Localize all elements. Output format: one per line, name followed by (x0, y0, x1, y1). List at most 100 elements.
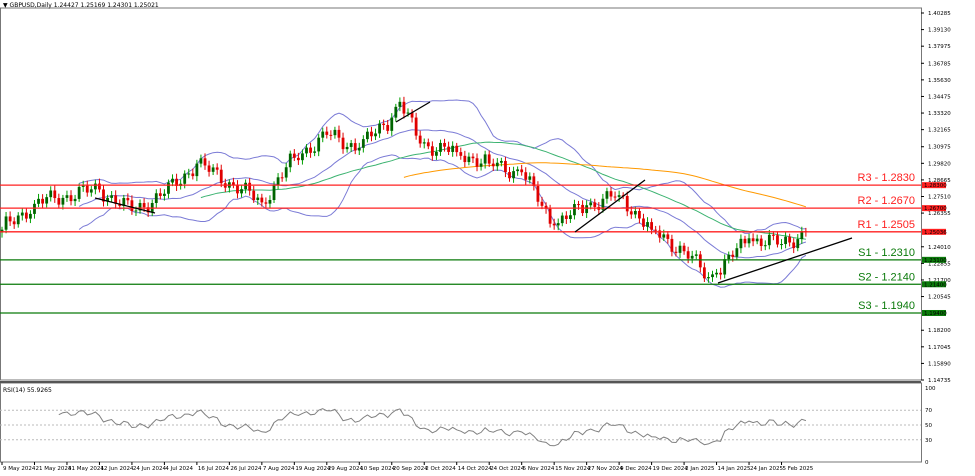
bear-candle (524, 172, 528, 180)
bull-candle (345, 146, 349, 150)
x-tick-label: 29 Aug 2024 (328, 466, 364, 472)
bear-candle (686, 251, 690, 259)
bear-candle (642, 218, 645, 227)
bull-candle (763, 245, 767, 247)
bear-candle (447, 146, 450, 152)
bear-candle (504, 160, 507, 173)
bull-candle (573, 204, 576, 216)
x-tick-label: 16 Jul 2024 (198, 466, 230, 472)
bull-candle (317, 137, 321, 152)
rsi-tick-label: 100 (925, 386, 936, 392)
y-tick-label: 1.36785 (928, 61, 951, 67)
bull-candle (512, 171, 515, 179)
bear-candle (463, 155, 467, 163)
bear-candle (666, 234, 670, 239)
bear-candle (337, 129, 341, 138)
bear-candle (264, 202, 268, 204)
bull-candle (171, 178, 174, 183)
bear-candle (24, 212, 28, 219)
bear-candle (418, 135, 422, 144)
x-tick-label: 5 Nov 2024 (523, 466, 555, 472)
y-tick-label: 1.20545 (928, 295, 951, 301)
trendline[interactable] (717, 237, 853, 284)
bull-candle (560, 215, 564, 224)
bull-candle (767, 234, 771, 246)
x-tick-label: 21 May 2024 (35, 466, 71, 472)
bear-candle (731, 254, 735, 257)
bear-candle (402, 101, 406, 114)
x-tick-label: 7 Aug 2024 (263, 466, 295, 472)
bull-candle (93, 183, 97, 190)
bull-candle (313, 151, 317, 153)
bull-candle (284, 167, 288, 178)
bull-candle (499, 160, 503, 163)
bear-candle (776, 235, 779, 245)
bear-candle (751, 238, 755, 242)
bull-candle (646, 222, 649, 227)
bear-candle (370, 131, 373, 137)
bull-candle (467, 156, 471, 163)
bear-candle (540, 201, 544, 206)
resistance-label: R3 - 1.2830 (858, 172, 915, 184)
price-tag-label: 1.25036 (924, 230, 947, 236)
bear-candle (670, 238, 674, 252)
chart-window[interactable]: 1.40285 1.39130 1.37975 1.36785 1.35630 1.344… (0, 0, 975, 476)
y-tick-label: 1.32165 (928, 128, 951, 134)
bear-candle (158, 193, 162, 196)
bull-candle (244, 182, 247, 190)
bear-candle (126, 198, 130, 201)
x-tick-label: 15 Nov 2024 (555, 466, 591, 472)
bull-candle (435, 151, 438, 156)
chart-canvas[interactable]: 1.40285 1.39130 1.37975 1.36785 1.35630 1.344… (0, 0, 975, 476)
bear-candle (654, 229, 658, 231)
support-label: S1 - 1.2310 (858, 247, 915, 259)
bull-candle (301, 153, 304, 161)
triangle-down-icon[interactable]: ▼ (3, 2, 8, 9)
bear-candle (260, 197, 264, 203)
bear-candle (491, 163, 495, 167)
bull-candle (183, 173, 187, 184)
bull-candle (33, 203, 36, 214)
ohlc-values: 1.24427 1.25169 1.24301 1.25021 (53, 2, 159, 9)
x-tick-label: 2 Oct 2024 (425, 466, 456, 472)
bull-candle (321, 131, 325, 138)
bear-candle (792, 242, 796, 249)
bull-candle (735, 248, 739, 257)
bear-candle (325, 131, 329, 135)
bear-candle (57, 198, 61, 205)
main-pane-frame (0, 7, 922, 381)
x-tick-label: 12 Jun 2024 (100, 466, 134, 472)
bull-candle (483, 154, 487, 164)
bear-candle (581, 204, 584, 214)
bull-candle (707, 277, 710, 279)
bear-candle (41, 198, 44, 204)
bull-candle (755, 238, 759, 242)
bull-candle (361, 139, 365, 148)
x-tick-label: 20 Sep 2024 (393, 466, 428, 472)
bull-candle (727, 254, 731, 260)
y-tick-label: 1.35630 (928, 78, 951, 84)
support-label: S3 - 1.1940 (858, 300, 915, 312)
bull-candle (305, 147, 308, 154)
bull-candle (678, 245, 682, 253)
support-label: S2 - 1.2140 (858, 271, 915, 283)
bull-candle (288, 153, 292, 168)
bear-candle (536, 186, 540, 202)
x-tick-label: 9 Dec 2024 (620, 466, 652, 472)
bull-candle (406, 112, 410, 114)
bull-candle (715, 272, 718, 275)
rsi-tick-label: 0 (925, 460, 929, 466)
bull-candle (276, 177, 280, 185)
bear-candle (382, 123, 386, 126)
x-tick-label: 24 Jun 2024 (133, 466, 167, 472)
price-tag-label: 1.21400 (924, 282, 947, 288)
bull-candle (516, 169, 520, 172)
bull-candle (45, 197, 49, 204)
bear-candle (471, 156, 475, 159)
bear-candle (609, 191, 613, 197)
bull-candle (268, 199, 272, 204)
bull-candle (633, 210, 637, 215)
bear-candle (341, 137, 345, 150)
bear-candle (459, 152, 463, 156)
bear-candle (650, 222, 653, 230)
